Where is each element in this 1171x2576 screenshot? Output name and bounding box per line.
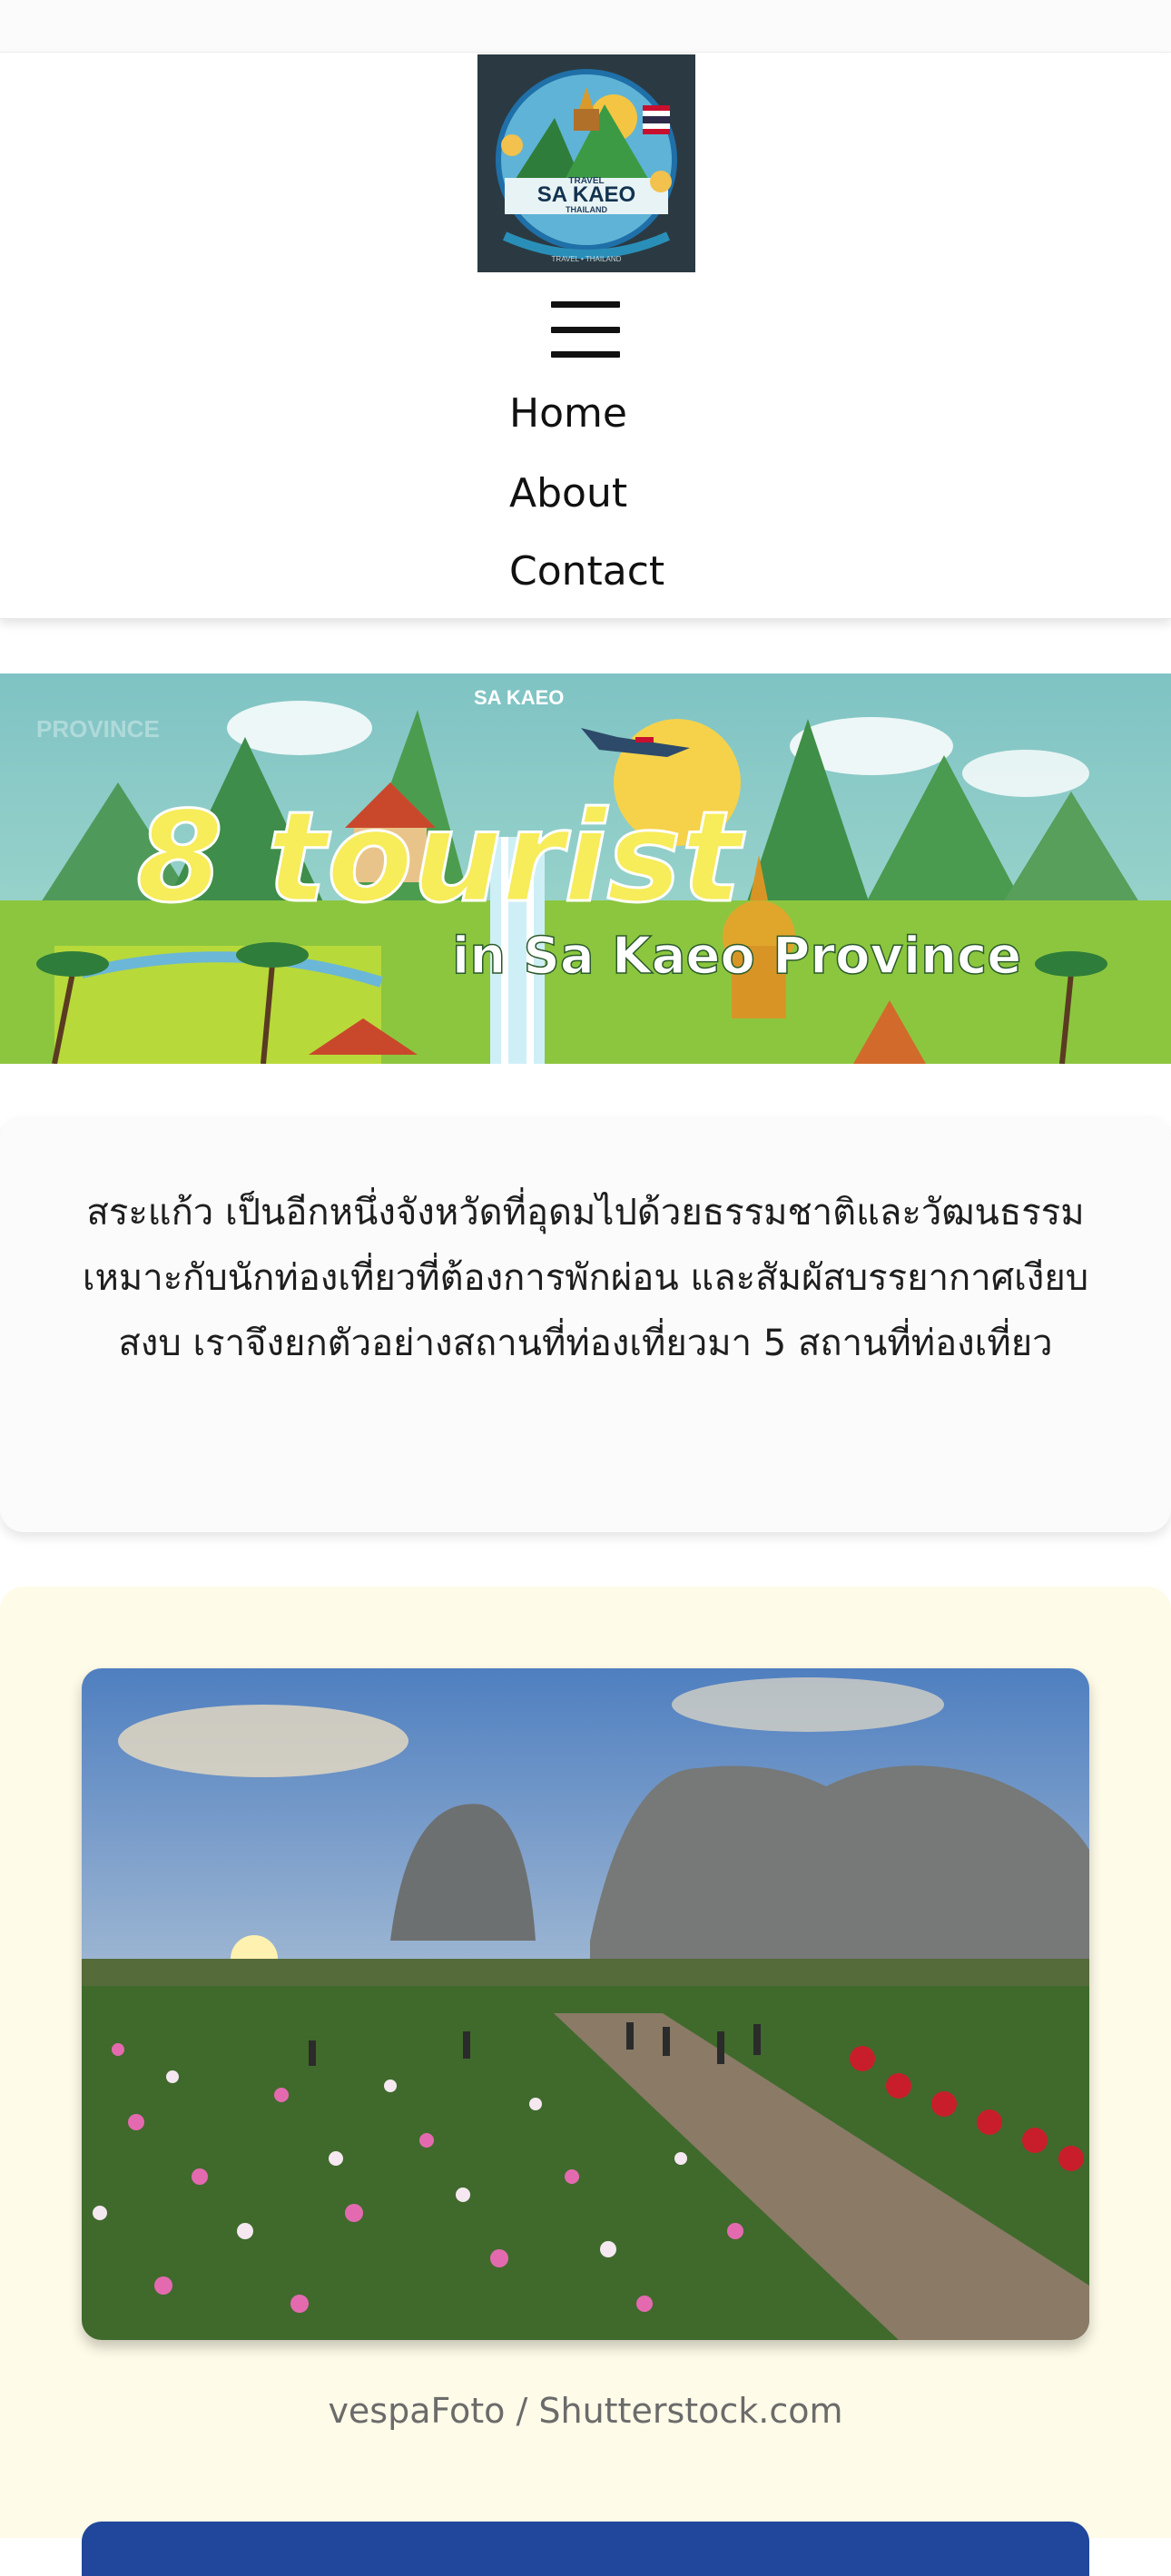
banner-illustration: PROVINCE SA KAEO 8 tourist in Sa Kaeo Pr… — [0, 673, 1171, 1064]
svg-text:TRAVEL • THAILAND: TRAVEL • THAILAND — [552, 255, 622, 263]
svg-text:SA KAEO: SA KAEO — [474, 686, 564, 709]
svg-text:SA KAEO: SA KAEO — [537, 182, 635, 207]
svg-text:THAILAND: THAILAND — [566, 205, 607, 214]
browser-top-strip — [0, 0, 1171, 53]
banner-title: 8 tourist — [136, 784, 746, 930]
nav-contact-link[interactable]: Contact — [509, 548, 664, 595]
banner-subtitle: in Sa Kaeo Province — [452, 927, 1021, 986]
photo-caption: vespaFoto / Shutterstock.com — [328, 2391, 843, 2431]
intro-card: สระแก้ว เป็นอีกหนึ่งจังหวัดที่อุดมไปด้วย… — [0, 1116, 1171, 1532]
site-logo[interactable]: TRAVEL SA KAEO THAILAND TRAVEL • THAILAN… — [477, 54, 695, 272]
menu-bar — [551, 351, 620, 358]
intro-paragraph: สระแก้ว เป็นอีกหนึ่งจังหวัดที่อุดมไปด้วย… — [82, 1192, 1089, 1364]
place-photo[interactable] — [82, 1668, 1089, 2340]
nav-about-link[interactable]: About — [509, 470, 627, 516]
nav-home-link[interactable]: Home — [509, 390, 627, 437]
logo-emblem-icon: TRAVEL SA KAEO THAILAND TRAVEL • THAILAN… — [496, 69, 677, 263]
menu-bar — [551, 301, 620, 308]
svg-text:PROVINCE: PROVINCE — [36, 715, 160, 742]
place-section: vespaFoto / Shutterstock.com — [0, 1587, 1171, 2576]
menu-bar — [551, 326, 620, 333]
site-header: TRAVEL SA KAEO THAILAND TRAVEL • THAILAN… — [0, 53, 1171, 619]
hamburger-menu-icon[interactable] — [551, 301, 620, 358]
flower-field-photo — [82, 1668, 1089, 2340]
hero-banner: PROVINCE SA KAEO 8 tourist in Sa Kaeo Pr… — [0, 673, 1171, 1064]
next-place-photo[interactable] — [82, 2522, 1089, 2576]
